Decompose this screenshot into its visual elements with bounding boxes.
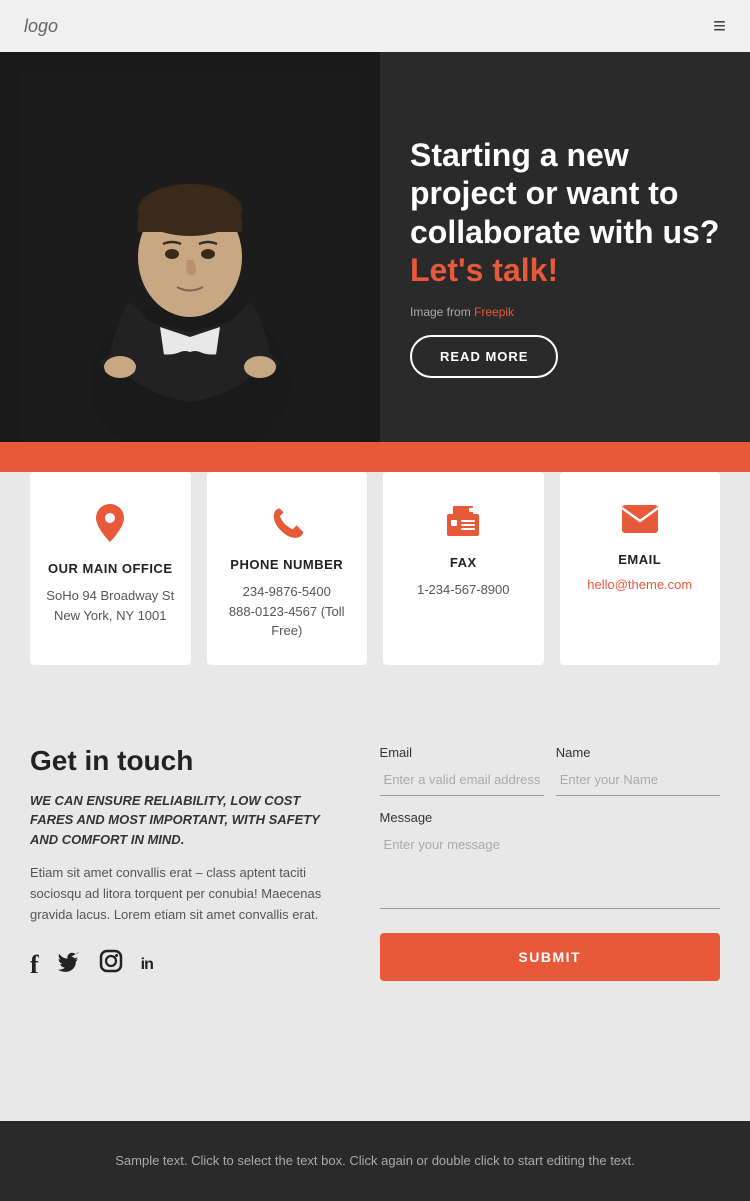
card-fax-title: FAX xyxy=(450,555,477,570)
phone-icon xyxy=(268,502,306,547)
contact-tagline: WE CAN ENSURE RELIABILITY, LOW COST FARE… xyxy=(30,791,340,850)
name-label: Name xyxy=(556,745,720,760)
footer: Sample text. Click to select the text bo… xyxy=(0,1121,750,1201)
hero-image-area xyxy=(0,52,380,442)
card-office-text: SoHo 94 Broadway St New York, NY 1001 xyxy=(46,586,175,625)
card-email-link[interactable]: hello@theme.com xyxy=(587,577,692,592)
submit-button[interactable]: SUBMIT xyxy=(380,933,720,981)
message-label: Message xyxy=(380,810,720,825)
hero-section: Starting a new project or want to collab… xyxy=(0,52,750,442)
cards-section: OUR MAIN OFFICE SoHo 94 Broadway St New … xyxy=(0,472,750,705)
email-label: Email xyxy=(380,745,544,760)
email-field-group: Email xyxy=(380,745,544,796)
message-field-group: Message xyxy=(380,810,720,909)
card-phone: PHONE NUMBER 234-9876-5400 888-0123-4567… xyxy=(207,472,368,665)
name-field-group: Name xyxy=(556,745,720,796)
facebook-icon[interactable]: f xyxy=(30,950,39,980)
email-icon xyxy=(620,502,660,542)
hero-image-credit: Image from Freepik xyxy=(410,305,720,319)
card-office-title: OUR MAIN OFFICE xyxy=(48,561,173,576)
contact-left: Get in touch WE CAN ENSURE RELIABILITY, … xyxy=(30,745,340,981)
logo: logo xyxy=(24,16,58,37)
contact-body: Etiam sit amet convallis erat – class ap… xyxy=(30,863,340,925)
instagram-icon[interactable] xyxy=(99,949,123,980)
hero-title-text: Starting a new project or want to collab… xyxy=(410,137,719,250)
card-email: EMAIL hello@theme.com xyxy=(560,472,721,665)
twitter-icon[interactable] xyxy=(57,951,81,979)
bottom-spacer xyxy=(0,1041,750,1121)
card-fax-text: 1-234-567-8900 xyxy=(417,580,510,600)
hero-person-svg xyxy=(20,72,360,442)
fax-icon xyxy=(443,502,483,545)
form-email-name-row: Email Name xyxy=(380,745,720,796)
card-email-title: EMAIL xyxy=(618,552,661,567)
location-icon xyxy=(92,502,128,551)
hamburger-icon[interactable]: ≡ xyxy=(713,13,726,39)
message-textarea[interactable] xyxy=(380,829,720,909)
contact-inner: Get in touch WE CAN ENSURE RELIABILITY, … xyxy=(30,745,720,981)
hero-title-accent: Let's talk! xyxy=(410,252,558,288)
contact-right: Email Name Message SUBMIT xyxy=(380,745,720,981)
header: logo ≡ xyxy=(0,0,750,52)
read-more-button[interactable]: READ MORE xyxy=(410,335,558,378)
card-phone-title: PHONE NUMBER xyxy=(230,557,343,572)
name-input[interactable] xyxy=(556,764,720,796)
contact-section: Get in touch WE CAN ENSURE RELIABILITY, … xyxy=(0,705,750,1041)
social-icons-row: f in xyxy=(30,949,340,980)
freepik-link[interactable]: Freepik xyxy=(474,305,514,319)
linkedin-icon[interactable]: in xyxy=(141,956,153,974)
email-input[interactable] xyxy=(380,764,544,796)
card-phone-text: 234-9876-5400 888-0123-4567 (Toll Free) xyxy=(223,582,352,641)
hero-content: Starting a new project or want to collab… xyxy=(380,52,750,442)
footer-text: Sample text. Click to select the text bo… xyxy=(20,1151,730,1172)
contact-heading: Get in touch xyxy=(30,745,340,777)
hero-title: Starting a new project or want to collab… xyxy=(410,136,720,290)
card-office: OUR MAIN OFFICE SoHo 94 Broadway St New … xyxy=(30,472,191,665)
cards-row: OUR MAIN OFFICE SoHo 94 Broadway St New … xyxy=(30,472,720,665)
card-fax: FAX 1-234-567-8900 xyxy=(383,472,544,665)
